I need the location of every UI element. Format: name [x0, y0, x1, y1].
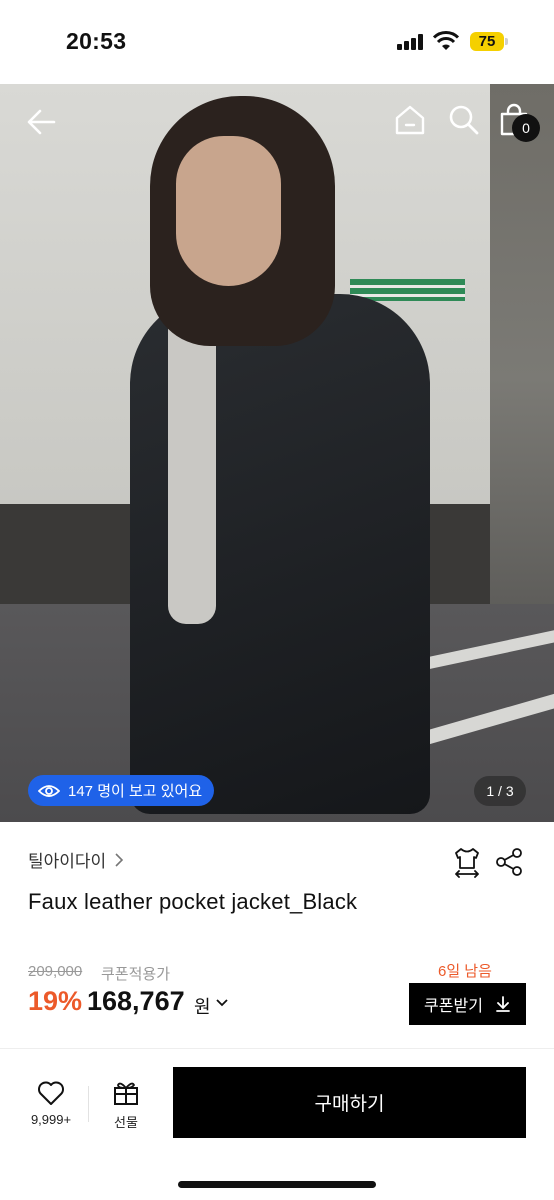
- coupon-price-label: 쿠폰적용가: [101, 966, 171, 983]
- battery-tip: [505, 38, 508, 45]
- gift-button[interactable]: 선물: [104, 1080, 148, 1132]
- discount-rate: 19%: [28, 986, 83, 1016]
- wifi-icon: [433, 31, 459, 50]
- status-bar: 20:53 75: [0, 0, 554, 84]
- eye-icon: [38, 784, 60, 797]
- divider: [0, 1048, 554, 1049]
- heart-icon: [38, 1081, 64, 1105]
- sale-price: 168,767: [87, 986, 185, 1016]
- battery-icon: 75: [470, 32, 504, 51]
- get-coupon-button[interactable]: 쿠폰받기: [409, 983, 526, 1025]
- product-name: Faux leather pocket jacket_Black: [28, 889, 358, 914]
- image-detail: [168, 304, 216, 624]
- status-time: 20:53: [66, 28, 127, 54]
- product-image-carousel[interactable]: [0, 84, 554, 822]
- original-price: 209,000: [28, 963, 83, 980]
- get-coupon-label: 쿠폰받기: [424, 998, 483, 1015]
- image-page-counter: 1 / 3: [474, 776, 526, 806]
- gift-icon: [114, 1082, 138, 1105]
- divider: [88, 1086, 89, 1122]
- viewer-count-badge: 147 명이 보고 있어요: [28, 775, 215, 806]
- size-guide-icon[interactable]: [452, 846, 482, 878]
- coupon-days-left: 6일 남음: [438, 963, 492, 980]
- gift-label: 선물: [114, 1115, 138, 1130]
- viewer-count-text: 147 명이 보고 있어요: [68, 783, 203, 800]
- home-icon[interactable]: [392, 102, 428, 138]
- chevron-down-icon[interactable]: [214, 994, 230, 1010]
- currency-unit: 원: [194, 997, 211, 1017]
- buy-button[interactable]: 구매하기: [173, 1067, 526, 1138]
- home-indicator[interactable]: [178, 1181, 376, 1188]
- download-icon: [496, 996, 510, 1012]
- like-count: 9,999+: [30, 1112, 72, 1127]
- back-arrow-icon[interactable]: [22, 104, 62, 140]
- cellular-signal-icon: [397, 34, 423, 50]
- image-detail: [176, 136, 281, 286]
- brand-link[interactable]: 틸아이다이: [28, 847, 124, 872]
- like-button[interactable]: 9,999+: [26, 1080, 76, 1132]
- chevron-right-icon: [115, 852, 124, 867]
- share-icon[interactable]: [494, 846, 524, 878]
- search-icon[interactable]: [446, 102, 482, 138]
- brand-name: 틸아이다이: [28, 852, 107, 871]
- cart-count-badge[interactable]: 0: [512, 114, 540, 142]
